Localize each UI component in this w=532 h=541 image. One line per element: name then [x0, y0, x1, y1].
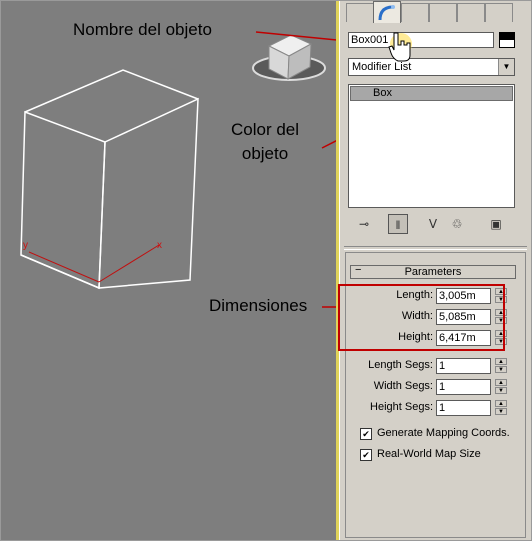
perspective-viewport[interactable]: y x — [1, 1, 338, 540]
view-cube-icon[interactable] — [252, 34, 326, 81]
generate-mapping-checkbox[interactable]: ✔ Generate Mapping Coords. — [360, 427, 510, 440]
tab-modify[interactable] — [373, 1, 401, 23]
stack-toolbar: ⊸ ‖ Ⅴ ♲ ▣ — [348, 214, 523, 236]
tab-motion[interactable] — [429, 3, 457, 22]
modifier-stack[interactable]: Box — [348, 84, 515, 208]
modify-panel-icon — [378, 5, 395, 21]
param-row-length-segs: Length Segs: 1 ▲ ▼ — [346, 358, 527, 374]
object-name-input[interactable]: Box001 — [348, 32, 494, 48]
spinner-up-icon[interactable]: ▲ — [495, 400, 507, 407]
modifier-list-dropdown[interactable]: Modifier List ▼ — [348, 58, 515, 76]
spinner-down-icon[interactable]: ▼ — [495, 366, 507, 373]
make-unique-icon[interactable]: Ⅴ — [423, 214, 443, 234]
box-wireframe[interactable] — [20, 69, 199, 290]
axis-label-x: x — [157, 240, 162, 251]
tab-hierarchy[interactable] — [401, 3, 429, 22]
axis-label-y: y — [23, 240, 28, 251]
callout-object-color: Color del objeto — [231, 120, 300, 163]
width-segs-spinner[interactable]: ▲ ▼ — [495, 379, 507, 395]
show-end-result-icon[interactable]: ‖ — [388, 214, 408, 234]
axis-gizmo — [28, 244, 160, 283]
app-window: y x Box001 Modifier List ▼ Box ⊸ ‖ Ⅴ ♲ ▣… — [0, 0, 532, 541]
configure-modifier-sets-icon[interactable]: ▣ — [486, 214, 506, 234]
callout-dimensions: Dimensiones — [209, 296, 308, 315]
pin-stack-icon[interactable]: ⊸ — [354, 214, 374, 234]
callout-object-name: Nombre del objeto — [73, 20, 212, 39]
param-label: Length Segs: — [368, 359, 433, 371]
height-segs-field[interactable]: 1 — [436, 400, 491, 416]
width-segs-field[interactable]: 1 — [436, 379, 491, 395]
viewport-scene: y x — [20, 31, 338, 308]
spinner-up-icon[interactable]: ▲ — [495, 358, 507, 365]
object-color-swatch[interactable] — [499, 32, 515, 48]
length-segs-spinner[interactable]: ▲ ▼ — [495, 358, 507, 374]
chevron-down-icon[interactable]: ▼ — [498, 59, 514, 75]
tab-display[interactable] — [457, 3, 485, 22]
remove-modifier-icon[interactable]: ♲ — [447, 214, 467, 234]
rollout-header[interactable]: − Parameters — [350, 264, 516, 279]
modifier-list-label: Modifier List — [352, 61, 412, 73]
param-row-height-segs: Height Segs: 1 ▲ ▼ — [346, 400, 527, 416]
spinner-down-icon[interactable]: ▼ — [495, 408, 507, 415]
param-label: Height Segs: — [370, 401, 433, 413]
param-label: Width Segs: — [373, 380, 433, 392]
rollout-title: Parameters — [404, 266, 462, 278]
spinner-down-icon[interactable]: ▼ — [495, 387, 507, 394]
tab-create[interactable] — [346, 3, 374, 22]
command-panel: Box001 Modifier List ▼ Box ⊸ ‖ Ⅴ ♲ ▣ − P… — [340, 1, 531, 540]
active-viewport-border — [336, 1, 339, 540]
param-row-width-segs: Width Segs: 1 ▲ ▼ — [346, 379, 527, 395]
dimensions-highlight-box — [338, 284, 505, 351]
spinner-up-icon[interactable]: ▲ — [495, 379, 507, 386]
tab-utilities[interactable] — [485, 3, 513, 22]
checkmark-icon[interactable]: ✔ — [360, 449, 372, 461]
height-segs-spinner[interactable]: ▲ ▼ — [495, 400, 507, 416]
checkmark-icon[interactable]: ✔ — [360, 428, 372, 440]
divider — [344, 246, 527, 250]
stack-item-box[interactable]: Box — [350, 86, 513, 101]
checkbox-label: Generate Mapping Coords. — [377, 427, 510, 439]
checkbox-label: Real-World Map Size — [377, 448, 481, 460]
length-segs-field[interactable]: 1 — [436, 358, 491, 374]
real-world-map-checkbox[interactable]: ✔ Real-World Map Size — [360, 448, 481, 461]
